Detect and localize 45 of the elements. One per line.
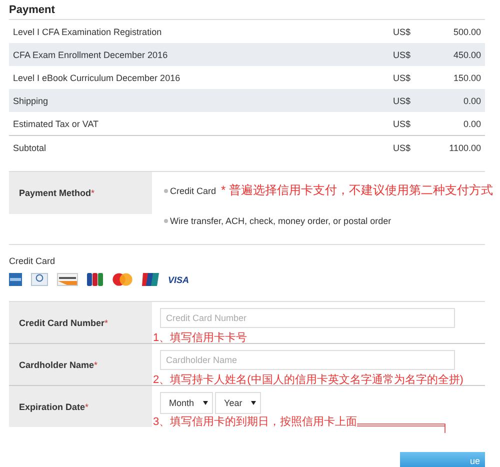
field-label: Cardholder Name* <box>9 344 152 385</box>
mastercard-icon <box>112 273 133 286</box>
item-cell: Level I CFA Examination Registration <box>9 20 389 43</box>
annotation-text: 1、填写信用卡卡号 <box>153 331 248 345</box>
input-field[interactable]: Cardholder Name <box>160 350 455 370</box>
item-cell: Estimated Tax or VAT <box>9 112 389 136</box>
caret-icon <box>251 401 256 405</box>
field-label: Payment Method* <box>9 172 152 214</box>
amount-cell: 450.00 <box>437 43 485 66</box>
amount-cell: 0.00 <box>437 89 485 112</box>
dropdown[interactable]: Month <box>160 392 214 414</box>
amount-cell: 1100.00 <box>437 136 485 159</box>
amount-cell: 0.00 <box>437 112 485 136</box>
field-label: Expiration Date* <box>9 386 152 427</box>
item-cell: Shipping <box>9 89 389 112</box>
currency-cell: US$ <box>389 20 437 43</box>
visa-logo: VISA <box>168 274 190 284</box>
currency-cell: US$ <box>389 43 437 66</box>
diners-card-icon <box>31 273 48 286</box>
option-label[interactable]: Credit Card <box>170 186 216 196</box>
item-cell: Level I eBook Curriculum December 2016 <box>9 66 389 89</box>
field-label: Credit Card Number* <box>9 302 152 343</box>
amount-cell: 500.00 <box>437 20 485 43</box>
annotation-text: 3、填写信用卡的到期日，按照信用卡上面 <box>153 415 358 429</box>
annotation-text: * 普遍选择信用卡支付，不建议使用第二种支付方式 <box>221 182 494 199</box>
radio-button[interactable] <box>164 188 168 192</box>
item-cell: Subtotal <box>9 136 389 159</box>
discover-card-icon <box>57 273 78 286</box>
jcb-card-icon <box>87 273 103 286</box>
section-label: Credit Card <box>9 256 56 266</box>
currency-cell: US$ <box>389 136 437 159</box>
currency-cell: US$ <box>389 66 437 89</box>
caret-icon <box>203 401 208 405</box>
amex-card-icon <box>9 273 22 286</box>
radio-button[interactable] <box>164 219 168 223</box>
currency-cell: US$ <box>389 89 437 112</box>
currency-cell: US$ <box>389 112 437 136</box>
input-field[interactable]: Credit Card Number <box>160 308 455 328</box>
section-title: Payment <box>9 3 56 18</box>
item-cell: CFA Exam Enrollment December 2016 <box>9 43 389 66</box>
dropdown[interactable]: Year <box>215 392 262 414</box>
amount-cell: 150.00 <box>437 66 485 89</box>
annotation-text: 2、填写持卡人姓名(中国人的信用卡英文名字通常为名字的全拼) <box>153 372 464 387</box>
option-label[interactable]: Wire transfer, ACH, check, money order, or postal order <box>170 216 392 226</box>
unionpay-card-icon <box>142 273 159 286</box>
